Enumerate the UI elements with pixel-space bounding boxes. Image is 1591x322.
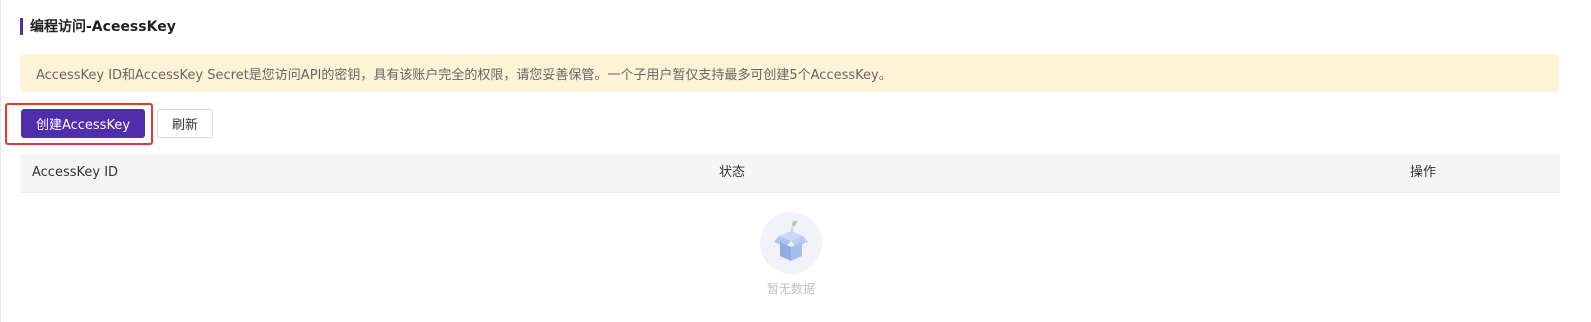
- notice-text: AccessKey ID和AccessKey Secret是您访问API的密钥，…: [36, 67, 892, 83]
- empty-box-icon: [760, 212, 822, 274]
- empty-state: 暂无数据: [760, 212, 822, 297]
- notice-banner: AccessKey ID和AccessKey Secret是您访问API的密钥，…: [20, 54, 1559, 92]
- column-header-actions: 操作: [1410, 165, 1437, 180]
- create-accesskey-button[interactable]: 创建AccessKey: [21, 109, 145, 138]
- section-title: 编程访问-AceessKey: [30, 19, 176, 35]
- refresh-button[interactable]: 刷新: [157, 109, 213, 138]
- title-accent-bar: [20, 17, 23, 35]
- section-header: 编程访问-AceessKey: [20, 17, 176, 35]
- column-header-status: 状态: [719, 165, 746, 180]
- empty-state-text: 暂无数据: [766, 282, 815, 296]
- table-header: AccessKey ID 状态 操作: [20, 154, 1560, 193]
- page: 编程访问-AceessKey AccessKey ID和AccessKey Se…: [0, 0, 1591, 322]
- column-header-accesskey-id: AccessKey ID: [32, 165, 119, 180]
